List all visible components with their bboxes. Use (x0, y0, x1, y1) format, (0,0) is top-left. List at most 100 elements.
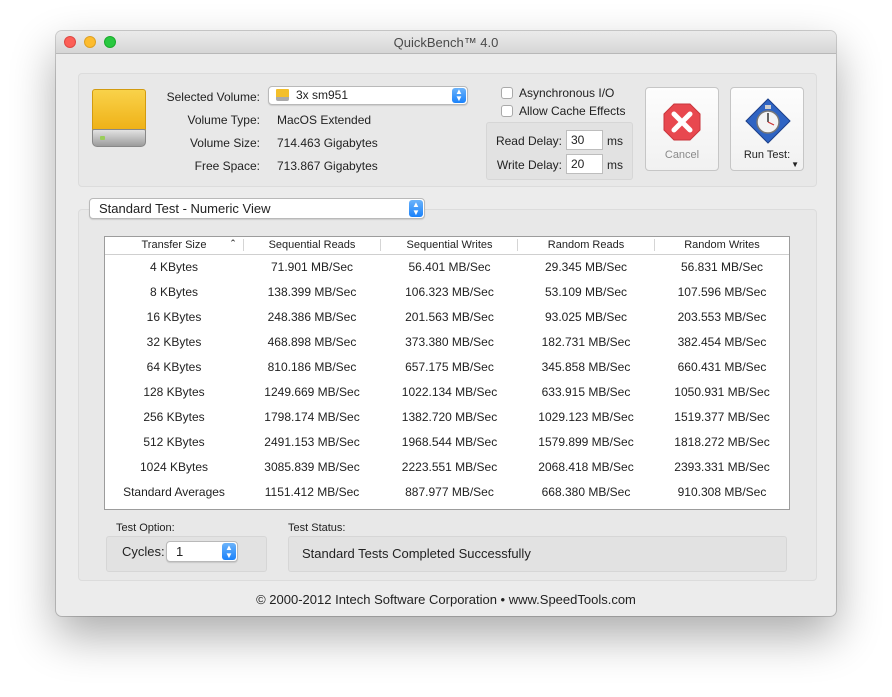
sequential-writes-cell: 201.563 MB/Sec (405, 310, 494, 324)
random-writes-cell: 56.831 MB/Sec (680, 260, 764, 274)
transfer-size-cell: 128 KBytes (143, 385, 205, 399)
cycles-value: 1 (176, 544, 184, 559)
free-space-label: Free Space: (194, 159, 260, 173)
read-delay-unit: ms (607, 134, 623, 148)
table-row[interactable]: 512 KBytes 2491.153 MB/Sec 1968.544 MB/Sec… (105, 430, 789, 455)
popup-arrows-icon: ▲ ▼ (222, 543, 236, 560)
sequential-reads-cell: 1798.174 MB/Sec (264, 410, 360, 424)
write-delay-input[interactable]: 20 (566, 154, 603, 174)
sequential-reads-cell: 3085.839 MB/Sec (264, 460, 360, 474)
cancel-button[interactable]: Cancel (645, 87, 719, 171)
sequential-writes-cell: 373.380 MB/Sec (405, 335, 494, 349)
column-header-transfer-size[interactable]: Transfer Size (115, 239, 233, 251)
async-io-label: Asynchronous I/O (519, 86, 615, 100)
table-row[interactable]: 32 KBytes 468.898 MB/Sec 373.380 MB/Sec 182… (105, 330, 789, 355)
column-header-sequential-reads[interactable]: Sequential Reads (244, 239, 380, 251)
write-delay-unit: ms (607, 158, 623, 172)
random-writes-cell: 1818.272 MB/Sec (674, 435, 770, 449)
random-writes-cell: 382.454 MB/Sec (677, 335, 767, 349)
transfer-size-cell: Standard Averages (123, 485, 225, 499)
transfer-size-cell: 256 KBytes (143, 410, 205, 424)
sequential-writes-cell: 2223.551 MB/Sec (401, 460, 498, 474)
cycles-label: Cycles: (122, 544, 165, 559)
random-reads-cell: 668.380 MB/Sec (541, 485, 631, 499)
transfer-size-cell: 512 KBytes (143, 435, 205, 449)
transfer-size-cell: 16 KBytes (146, 310, 202, 324)
random-writes-cell: 1519.377 MB/Sec (674, 410, 770, 424)
random-writes-cell: 2393.331 MB/Sec (674, 460, 770, 474)
sequential-writes-cell: 106.323 MB/Sec (405, 285, 494, 299)
copyright-footer: © 2000-2012 Intech Software Corporation … (256, 592, 636, 607)
title-bar[interactable]: QuickBench™ 4.0 (56, 31, 836, 54)
write-delay-label: Write Delay: (496, 158, 562, 172)
popup-arrows-icon: ▲ ▼ (409, 200, 423, 217)
sequential-writes-cell: 1968.544 MB/Sec (401, 435, 498, 449)
cycles-popup[interactable]: 1 ▲ ▼ (166, 541, 238, 562)
random-writes-cell: 1050.931 MB/Sec (674, 385, 770, 399)
table-row[interactable]: 128 KBytes 1249.669 MB/Sec 1022.134 MB/Sec… (105, 380, 789, 405)
mini-disk-icon (276, 89, 289, 101)
sequential-reads-cell: 1151.412 MB/Sec (264, 485, 360, 499)
column-header-sequential-writes[interactable]: Sequential Writes (381, 239, 518, 251)
transfer-size-cell: 8 KBytes (149, 285, 199, 299)
volume-type-label: Volume Type: (187, 113, 261, 127)
stopwatch-icon (745, 98, 791, 144)
allow-cache-label: Allow Cache Effects (519, 104, 626, 118)
run-test-button[interactable]: Run Test: ▼ (730, 87, 804, 171)
test-status-label: Test Status: (288, 522, 346, 534)
random-reads-cell: 1029.123 MB/Sec (538, 410, 634, 424)
random-reads-cell: 182.731 MB/Sec (541, 335, 631, 349)
free-space-value: 713.867 Gigabytes (277, 159, 378, 173)
allow-cache-checkbox[interactable] (501, 105, 513, 117)
random-writes-cell: 107.596 MB/Sec (677, 285, 767, 299)
random-reads-cell: 345.858 MB/Sec (541, 360, 631, 374)
sequential-reads-cell: 248.386 MB/Sec (267, 310, 357, 324)
random-writes-cell: 910.308 MB/Sec (677, 485, 767, 499)
transfer-size-cell: 32 KBytes (146, 335, 202, 349)
table-row[interactable]: Standard Averages 1151.412 MB/Sec 887.977 … (105, 480, 789, 505)
column-header-random-reads[interactable]: Random Reads (518, 239, 654, 251)
table-row[interactable]: 1024 KBytes 3085.839 MB/Sec 2223.551 MB/Se… (105, 455, 789, 480)
volume-popup[interactable]: 3x sm951 ▲ ▼ (268, 86, 468, 105)
test-status-message: Standard Tests Completed Successfully (302, 546, 531, 561)
random-reads-cell: 53.109 MB/Sec (544, 285, 628, 299)
column-header-random-writes[interactable]: Random Writes (655, 239, 789, 251)
random-reads-cell: 2068.418 MB/Sec (538, 460, 634, 474)
popup-arrows-icon: ▲ ▼ (452, 88, 466, 103)
table-row[interactable]: 4 KBytes 71.901 MB/Sec 56.401 MB/Sec 29.345… (105, 255, 789, 280)
random-reads-cell: 29.345 MB/Sec (544, 260, 628, 274)
table-row[interactable]: 256 KBytes 1798.174 MB/Sec 1382.720 MB/Sec… (105, 405, 789, 430)
sequential-reads-cell: 468.898 MB/Sec (267, 335, 357, 349)
sequential-writes-cell: 887.977 MB/Sec (405, 485, 494, 499)
read-delay-label: Read Delay: (495, 134, 562, 148)
sequential-reads-cell: 1249.669 MB/Sec (264, 385, 360, 399)
cancel-button-label: Cancel (664, 149, 700, 161)
async-io-checkbox[interactable] (501, 87, 513, 99)
sort-ascending-icon: ⌃ (229, 238, 237, 248)
transfer-size-cell: 1024 KBytes (139, 460, 209, 474)
results-table: Transfer Size ⌃ Sequential Reads Sequent… (104, 236, 790, 510)
view-mode-value: Standard Test - Numeric View (99, 201, 271, 216)
volume-size-label: Volume Size: (189, 136, 260, 150)
selected-volume-label: Selected Volume: (166, 90, 260, 104)
sequential-reads-cell: 138.399 MB/Sec (267, 285, 357, 299)
read-delay-input[interactable]: 30 (566, 130, 603, 150)
quickbench-window: QuickBench™ 4.0 Selected Volume: 3x sm95… (56, 31, 836, 616)
table-row[interactable]: 8 KBytes 138.399 MB/Sec 106.323 MB/Sec 53.1… (105, 280, 789, 305)
random-reads-cell: 93.025 MB/Sec (544, 310, 628, 324)
dropdown-triangle-icon[interactable]: ▼ (791, 160, 799, 169)
table-header: Transfer Size ⌃ Sequential Reads Sequent… (105, 237, 789, 255)
sequential-writes-cell: 1382.720 MB/Sec (401, 410, 498, 424)
transfer-size-cell: 64 KBytes (146, 360, 202, 374)
stop-x-icon (663, 103, 701, 141)
random-writes-cell: 660.431 MB/Sec (677, 360, 767, 374)
table-row[interactable]: 16 KBytes 248.386 MB/Sec 201.563 MB/Sec 93.… (105, 305, 789, 330)
volume-type-value: MacOS Extended (277, 113, 372, 127)
sequential-reads-cell: 2491.153 MB/Sec (264, 435, 360, 449)
sequential-writes-cell: 56.401 MB/Sec (408, 260, 491, 274)
volume-popup-value: 3x sm951 (296, 88, 349, 102)
table-row[interactable]: 64 KBytes 810.186 MB/Sec 657.175 MB/Sec 345… (105, 355, 789, 380)
random-reads-cell: 633.915 MB/Sec (541, 385, 631, 399)
random-writes-cell: 203.553 MB/Sec (677, 310, 767, 324)
view-mode-popup[interactable]: Standard Test - Numeric View ▲ ▼ (89, 198, 425, 219)
